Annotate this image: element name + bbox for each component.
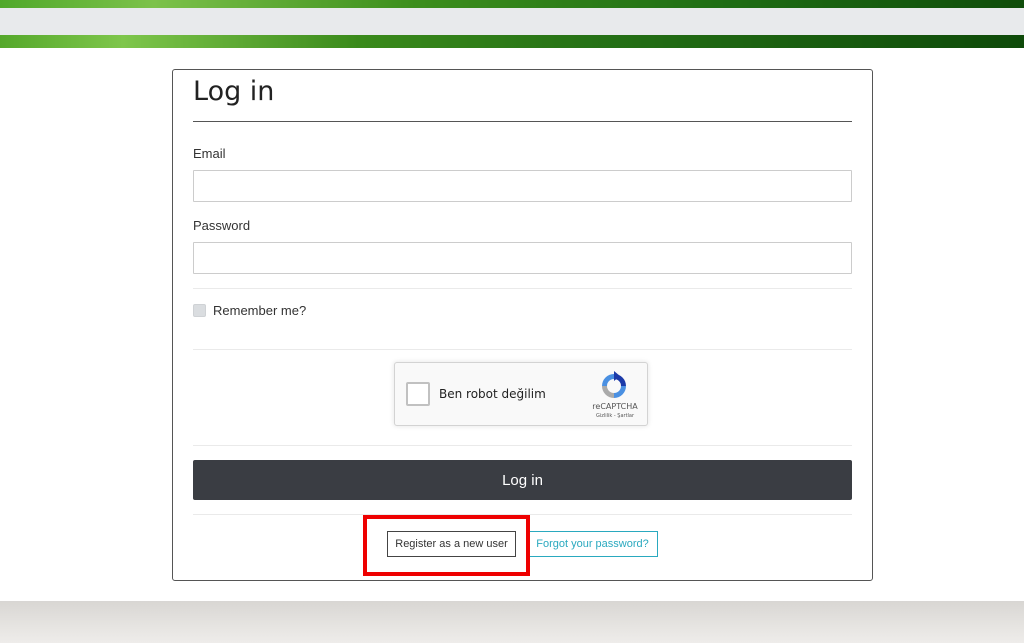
form-divider	[193, 288, 852, 289]
header-banner-middle	[0, 8, 1024, 35]
remember-me-label: Remember me?	[213, 303, 307, 318]
recaptcha-widget: Ben robot değilim reCAPTCHA Gizlilik - Ş…	[394, 362, 648, 426]
recaptcha-label: Ben robot değilim	[439, 387, 546, 401]
recaptcha-links[interactable]: Gizlilik - Şartlar	[589, 413, 641, 419]
register-highlight-box	[363, 515, 530, 576]
forgot-password-button[interactable]: Forgot your password?	[527, 531, 658, 557]
login-card: Log in Email Password Remember me? Ben r…	[172, 69, 873, 581]
password-field[interactable]	[193, 242, 852, 274]
header-banner-top	[0, 0, 1024, 8]
email-label: Email	[193, 146, 226, 161]
remember-me-row[interactable]: Remember me?	[193, 303, 306, 318]
page-title: Log in	[193, 76, 275, 107]
header-banner-bottom	[0, 35, 1024, 48]
login-button[interactable]: Log in	[193, 460, 852, 500]
recaptcha-checkbox[interactable]	[406, 382, 430, 406]
password-label: Password	[193, 218, 251, 233]
remember-me-checkbox[interactable]	[193, 304, 206, 317]
footer-bar	[0, 601, 1024, 643]
recaptcha-top-divider	[193, 349, 852, 350]
title-divider	[193, 121, 852, 122]
email-field[interactable]	[193, 170, 852, 202]
recaptcha-bottom-divider	[193, 445, 852, 446]
recaptcha-logo-icon	[602, 371, 626, 398]
recaptcha-brand: reCAPTCHA	[592, 402, 638, 411]
